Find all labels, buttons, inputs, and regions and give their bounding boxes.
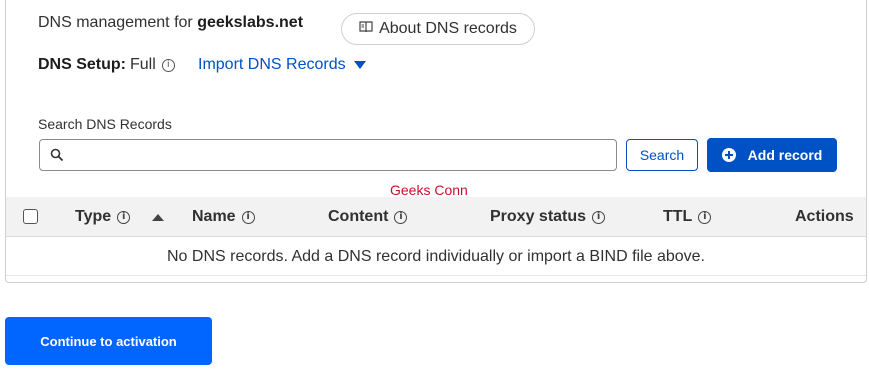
table-header: Type i Name i Content i Proxy status i T… (6, 197, 866, 237)
info-icon[interactable]: i (394, 210, 408, 224)
about-dns-records-label: About DNS records (379, 20, 517, 37)
column-actions: Actions (795, 197, 854, 237)
mgmt-prefix: DNS management for (38, 14, 198, 31)
column-ttl[interactable]: TTL i (663, 197, 712, 237)
column-actions-label: Actions (795, 208, 854, 225)
empty-table-message: No DNS records. Add a DNS record individ… (6, 238, 866, 276)
column-name[interactable]: Name i (192, 197, 255, 237)
dns-records-card: DNS management for geekslabs.net About D… (5, 0, 867, 283)
info-icon[interactable]: i (592, 210, 606, 224)
column-ttl-label: TTL (663, 208, 693, 225)
column-type-label: Type (75, 208, 112, 225)
dns-management-title: DNS management for geekslabs.net (38, 14, 303, 32)
caret-down-icon (353, 61, 366, 69)
domain-name: geekslabs.net (197, 14, 304, 31)
search-icon (50, 148, 64, 167)
column-content[interactable]: Content i (328, 197, 408, 237)
import-dns-records-dropdown[interactable]: Import DNS Records (198, 56, 366, 74)
dns-setup: DNS Setup: Full i (38, 56, 175, 74)
watermark-text: Geeks Conn (390, 182, 468, 198)
column-content-label: Content (328, 208, 389, 225)
plus-circle-icon (721, 148, 736, 162)
dns-setup-label: DNS Setup: (38, 56, 126, 73)
book-icon (359, 20, 373, 38)
add-record-label: Add record (747, 147, 823, 163)
info-icon[interactable]: i (161, 58, 175, 72)
sort-ascending-icon[interactable] (152, 213, 165, 221)
add-record-button[interactable]: Add record (707, 138, 837, 172)
column-name-label: Name (192, 208, 236, 225)
about-dns-records-button[interactable]: About DNS records (341, 13, 535, 45)
search-input[interactable] (70, 144, 614, 168)
column-proxy-status[interactable]: Proxy status i (490, 197, 606, 237)
dns-setup-value: Full (130, 56, 156, 73)
search-field[interactable] (39, 139, 617, 171)
column-proxy-status-label: Proxy status (490, 208, 587, 225)
search-button[interactable]: Search (626, 139, 698, 171)
continue-to-activation-button[interactable]: Continue to activation (5, 317, 212, 365)
info-icon[interactable]: i (117, 210, 131, 224)
column-type[interactable]: Type i (75, 197, 165, 237)
select-all-checkbox[interactable] (23, 209, 38, 224)
info-icon[interactable]: i (241, 210, 255, 224)
search-label: Search DNS Records (38, 116, 172, 132)
import-dns-records-label: Import DNS Records (198, 56, 346, 73)
info-icon[interactable]: i (698, 210, 712, 224)
